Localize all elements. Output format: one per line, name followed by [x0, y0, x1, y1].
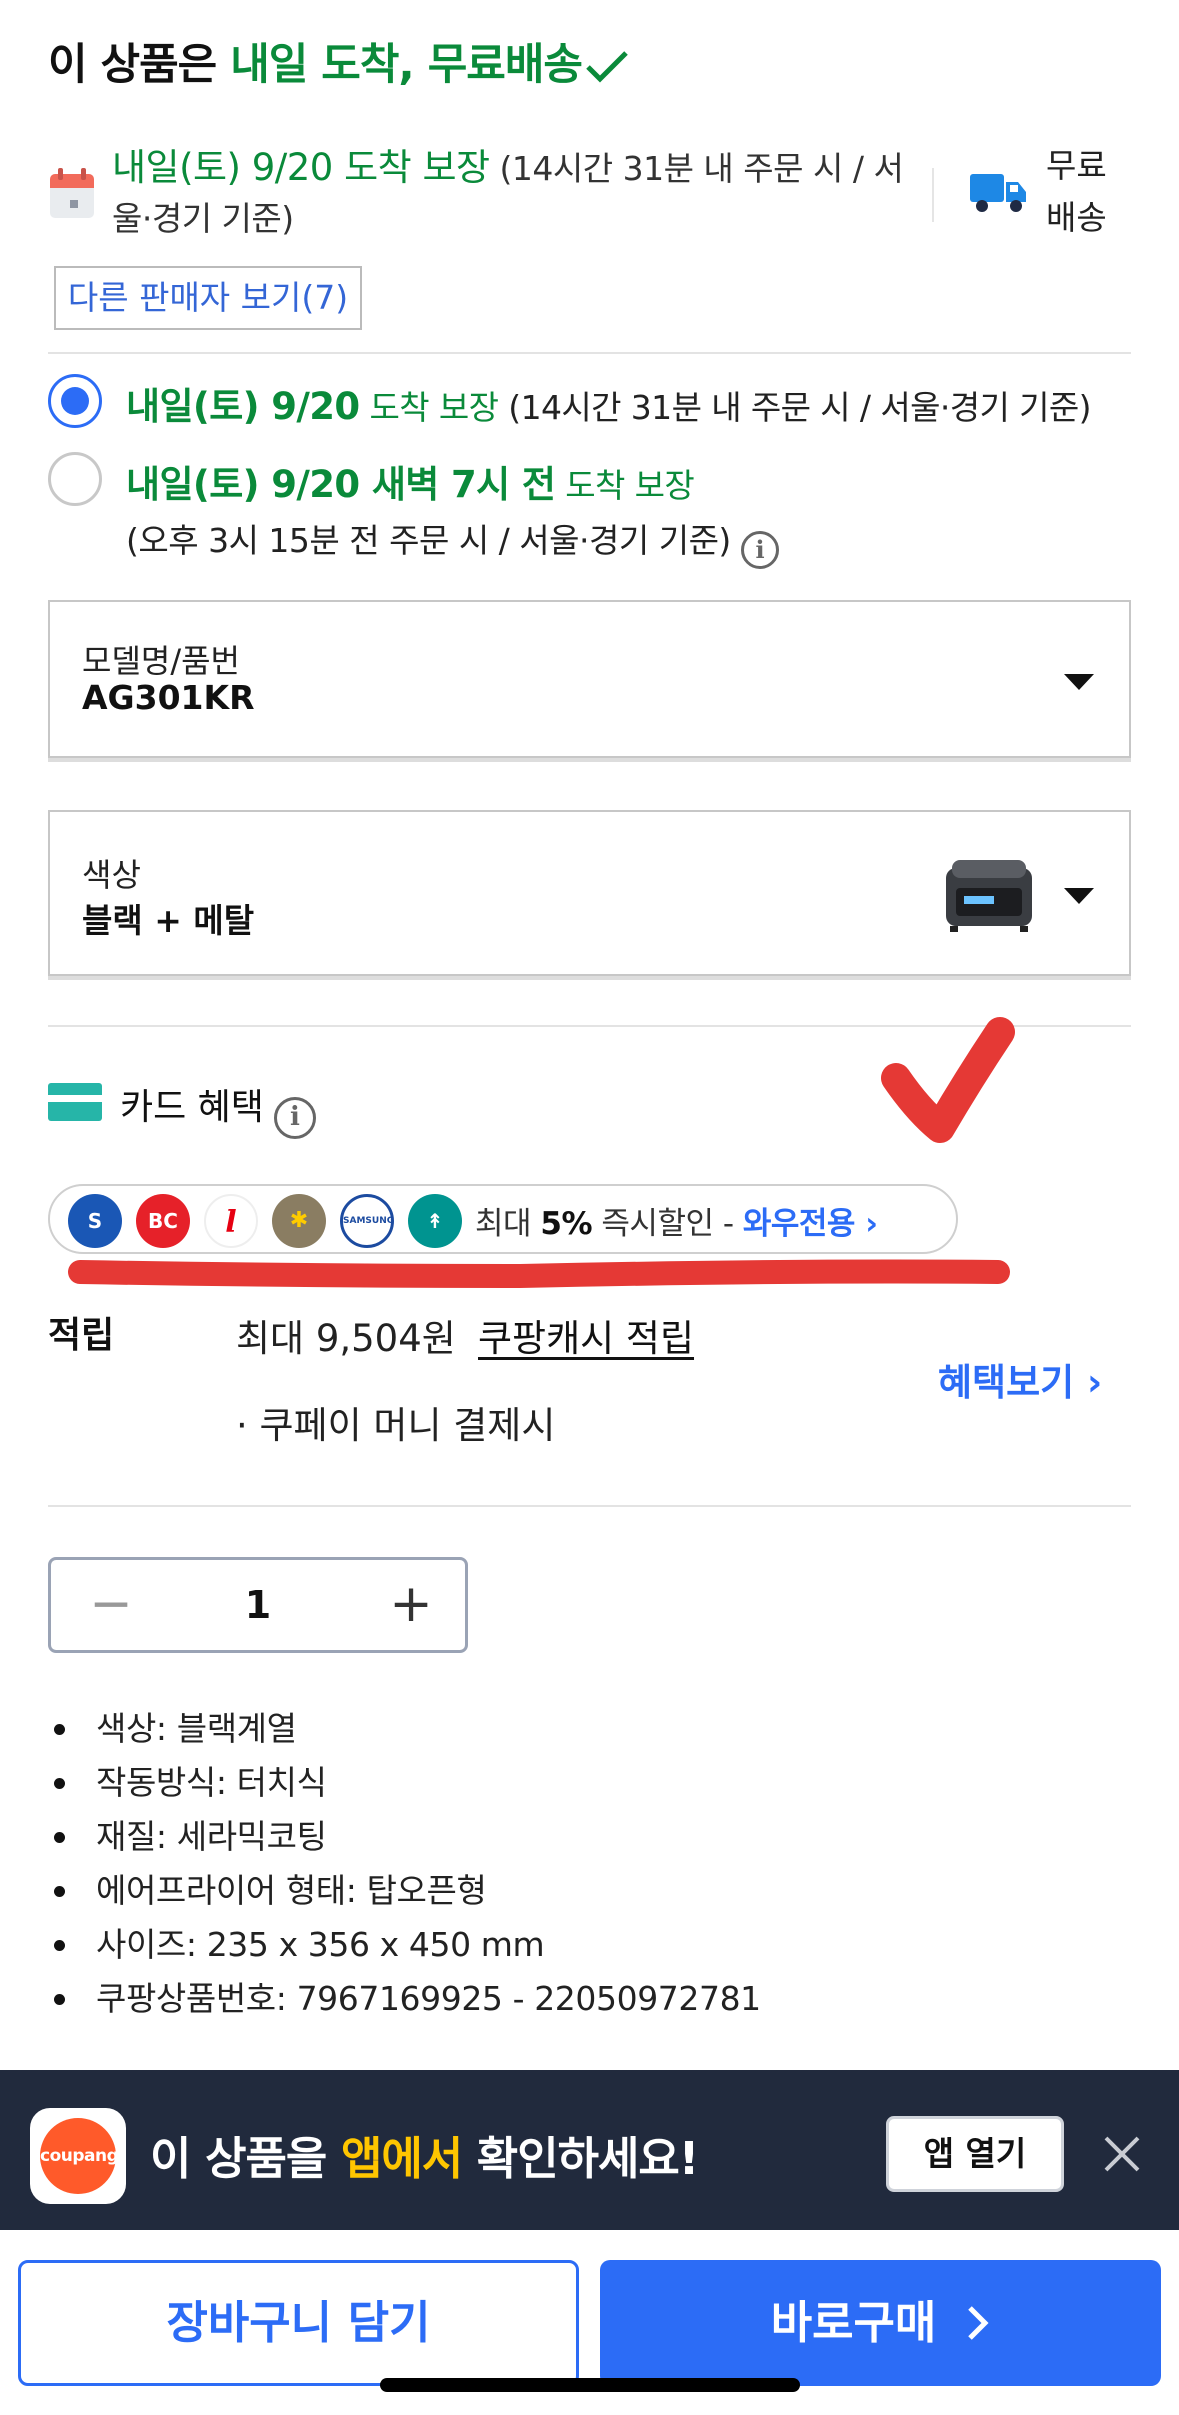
chevron-down-icon [1064, 888, 1094, 904]
color-select-label: 색상 [82, 856, 141, 894]
model-select-value: AG301KR [82, 678, 255, 717]
delivery-date: 내일(토) 9/20 도착 보장 [112, 146, 490, 189]
home-indicator [380, 2378, 800, 2392]
card-discount-pill[interactable]: S BC l ✱ SAMSUNG ↟ 최대 5% 즉시할인 - 와우전용 › [48, 1184, 958, 1254]
samsung-card-icon: SAMSUNG [340, 1194, 394, 1248]
points-label: 적립 [48, 1315, 115, 1356]
delivery-option-1[interactable]: 내일(토) 9/20 도착 보장 (14시간 31분 내 주문 시 / 서울·경… [126, 376, 1092, 430]
quantity-stepper[interactable]: − 1 + [48, 1557, 468, 1653]
quantity-value[interactable]: 1 [171, 1560, 345, 1650]
info-icon[interactable]: i [273, 1097, 316, 1139]
product-specs: 색상: 블랙계열 작동방식: 터치식 재질: 세라믹코팅 에어프라이어 형태: … [48, 1702, 1131, 2026]
calendar-icon [50, 168, 94, 218]
delivery-option-2-detail: (오후 3시 15분 전 주문 시 / 서울·경기 기준) i [126, 514, 779, 569]
free-shipping-label: 무료 배송 [1046, 146, 1107, 237]
credit-card-icon [48, 1083, 102, 1121]
truck-icon [970, 174, 1026, 212]
app-promo-text: 이 상품을 앱에서 확인하세요! [150, 2132, 699, 2185]
shinhan-card-icon: S [68, 1194, 122, 1248]
chevron-right-icon [968, 2306, 989, 2340]
divider [932, 168, 934, 222]
spec-item: 색상: 블랙계열 [48, 1702, 1131, 1756]
delivery-option-radio-1[interactable] [48, 374, 102, 428]
lotte-card-icon: l [204, 1194, 258, 1248]
close-icon[interactable] [1100, 2132, 1144, 2176]
product-thumbnail [934, 838, 1044, 948]
view-benefits-link[interactable]: 혜택보기 › [938, 1352, 1102, 1406]
quantity-increase-button[interactable]: + [361, 1560, 461, 1650]
delivery-info: 내일(토) 9/20 도착 보장 (14시간 31분 내 주문 시 / 서울·경… [112, 143, 912, 244]
chevron-right-icon: › [854, 1206, 878, 1242]
card-discount-text: 최대 5% 즉시할인 - 와우전용 › [475, 1206, 878, 1242]
check-icon [586, 51, 628, 83]
chevron-right-icon: › [1074, 1361, 1103, 1404]
open-app-button[interactable]: 앱 열기 [886, 2116, 1064, 2192]
headline-prefix: 이 상품은 [48, 40, 231, 90]
color-select[interactable]: 색상 블랙 + 메탈 [48, 810, 1131, 976]
delivery-option-radio-2[interactable] [48, 452, 102, 506]
model-select[interactable]: 모델명/품번 AG301KR [48, 600, 1131, 758]
annotation-underline [68, 1259, 1010, 1289]
spec-item: 사이즈: 235 x 356 x 450 mm [48, 1918, 1131, 1972]
app-promo-banner: coupang 이 상품을 앱에서 확인하세요! 앱 열기 [0, 2070, 1179, 2230]
points-amount: 최대 9,504원 [236, 1317, 456, 1360]
other-sellers-button[interactable]: 다른 판매자 보기(7) [54, 266, 362, 330]
delivery-headline: 이 상품은 내일 도착, 무료배송 [48, 30, 630, 92]
spec-item: 쿠팡상품번호: 7967169925 - 22050972781 [48, 1972, 1131, 2026]
headline-highlight: 내일 도착, 무료배송 [230, 40, 583, 90]
spec-item: 에어프라이어 형태: 탑오픈형 [48, 1864, 1131, 1918]
add-to-cart-button[interactable]: 장바구니 담기 [18, 2260, 579, 2386]
color-select-value: 블랙 + 메탈 [82, 901, 255, 940]
bc-card-icon: BC [136, 1194, 190, 1248]
kb-card-icon: ✱ [272, 1194, 326, 1248]
annotation-checkmark [881, 1017, 1015, 1143]
buy-now-button[interactable]: 바로구매 [600, 2260, 1161, 2386]
spec-item: 작동방식: 터치식 [48, 1756, 1131, 1810]
info-icon[interactable]: i [740, 531, 779, 569]
model-select-label: 모델명/품번 [82, 642, 240, 680]
delivery-option-2[interactable]: 내일(토) 9/20 새벽 7시 전 도착 보장 [126, 454, 695, 508]
divider [48, 352, 1131, 354]
coupang-cash-link[interactable]: 쿠팡캐시 적립 [478, 1308, 694, 1362]
divider [48, 1025, 1131, 1027]
hana-card-icon: ↟ [408, 1194, 462, 1248]
points-note: · 쿠페이 머니 결제시 [236, 1404, 556, 1447]
spec-item: 재질: 세라믹코팅 [48, 1810, 1131, 1864]
coupang-logo: coupang [30, 2108, 126, 2204]
quantity-decrease-button[interactable]: − [61, 1560, 161, 1650]
chevron-down-icon [1064, 674, 1094, 690]
bottom-action-bar: 장바구니 담기 바로구매 [0, 2230, 1179, 2415]
divider [48, 1505, 1131, 1507]
card-benefit-title: 카드 혜택 i [120, 1078, 316, 1139]
